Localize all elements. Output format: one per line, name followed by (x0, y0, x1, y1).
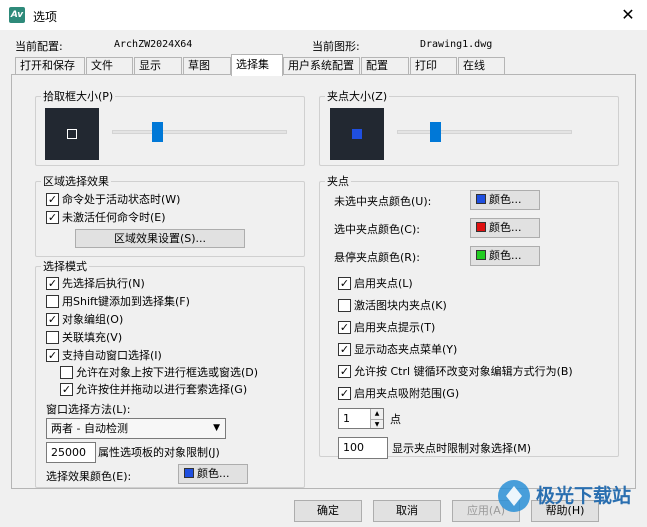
pickbox-slider-track[interactable] (112, 130, 287, 134)
selected-color-button-label: 颜色... (489, 221, 522, 234)
cancel-button[interactable]: 取消 (373, 500, 441, 522)
spinner-down-icon[interactable]: ▼ (370, 419, 383, 428)
selected-grip-color-label: 选中夹点颜色(C): (334, 223, 420, 236)
chevron-down-icon: ▼ (213, 423, 220, 433)
app-icon: Av (9, 7, 25, 23)
current-profile-label: 当前配置: (15, 40, 63, 53)
color-swatch-icon (476, 250, 486, 260)
window-title: 选项 (33, 10, 58, 24)
effect-color-button[interactable]: 颜色... (178, 464, 248, 484)
noun-verb-checkbox[interactable]: ✓ (46, 277, 59, 290)
unselected-color-button-label: 颜色... (489, 193, 522, 206)
region-effect-title: 区域选择效果 (41, 175, 111, 188)
gripsize-preview (330, 108, 384, 160)
ctrl-cycle-label: 允许按 Ctrl 键循环改变对象编辑方式行为(B) (354, 365, 573, 378)
object-grouping-label: 对象编组(O) (62, 313, 124, 326)
tab-profiles[interactable]: 配置 (361, 57, 409, 75)
hover-grip-color-button[interactable]: 颜色... (470, 246, 540, 266)
window-method-value: 两者 - 自动检测 (51, 422, 128, 435)
color-swatch-icon (476, 222, 486, 232)
current-profile-value: ArchZW2024X64 (114, 39, 193, 50)
dynamic-grip-menu-label: 显示动态夹点菜单(Y) (354, 343, 458, 356)
lasso-checkbox[interactable]: ✓ (60, 383, 73, 396)
implied-window-checkbox[interactable]: ✓ (46, 349, 59, 362)
grip-tips-checkbox[interactable]: ✓ (338, 321, 351, 334)
snap-range-value: 1 (343, 412, 350, 425)
window-method-select[interactable]: 两者 - 自动检测 ▼ (46, 418, 226, 439)
grip-display-limit-label: 显示夹点时限制对象选择(M) (392, 442, 532, 455)
object-grouping-checkbox[interactable]: ✓ (46, 313, 59, 326)
grips-title: 夹点 (325, 175, 351, 188)
region-effect-active-checkbox[interactable]: ✓ (46, 193, 59, 206)
grip-snap-range-label: 启用夹点吸附范围(G) (354, 387, 460, 400)
unselected-grip-color-label: 未选中夹点颜色(U): (334, 195, 432, 208)
tab-open-save[interactable]: 打开和保存 (15, 57, 85, 75)
enable-grips-label: 启用夹点(L) (354, 277, 413, 290)
window-method-label: 窗口选择方法(L): (46, 403, 131, 416)
tab-plot[interactable]: 打印 (410, 57, 457, 75)
gripsize-slider-track[interactable] (397, 130, 572, 134)
grip-snap-range-checkbox[interactable]: ✓ (338, 387, 351, 400)
tab-files[interactable]: 文件 (86, 57, 133, 75)
press-on-object-checkbox[interactable] (60, 366, 73, 379)
region-effect-settings-button[interactable]: 区域效果设置(S)... (75, 229, 245, 248)
region-effect-active-label: 命令处于活动状态时(W) (62, 193, 181, 206)
shift-add-checkbox[interactable] (46, 295, 59, 308)
associative-hatch-label: 关联填充(V) (62, 331, 123, 344)
hover-color-button-label: 颜色... (489, 249, 522, 262)
grip-tips-label: 启用夹点提示(T) (354, 321, 436, 334)
effect-color-button-label: 颜色... (197, 467, 230, 480)
lasso-label: 允许按住并拖动以进行套索选择(G) (76, 383, 248, 396)
dynamic-grip-menu-checkbox[interactable]: ✓ (338, 343, 351, 356)
current-drawing-label: 当前图形: (312, 40, 360, 53)
ok-button[interactable]: 确定 (294, 500, 362, 522)
pickbox-slider-thumb[interactable] (152, 122, 163, 142)
enable-grips-checkbox[interactable]: ✓ (338, 277, 351, 290)
object-limit-label: 属性选项板的对象限制(J) (98, 446, 220, 459)
gripsize-title: 夹点大小(Z) (325, 90, 390, 103)
pickbox-square-icon (67, 129, 77, 139)
watermark-text: 极光下载站 (536, 484, 631, 507)
hover-grip-color-label: 悬停夹点颜色(R): (334, 251, 420, 264)
ctrl-cycle-checkbox[interactable]: ✓ (338, 365, 351, 378)
associative-hatch-checkbox[interactable] (46, 331, 59, 344)
snap-range-spinner[interactable]: 1 ▲ ▼ (338, 408, 384, 429)
block-grips-checkbox[interactable] (338, 299, 351, 312)
effect-color-label: 选择效果颜色(E): (46, 470, 132, 483)
selected-grip-color-button[interactable]: 颜色... (470, 218, 540, 238)
tab-drafting[interactable]: 草图 (183, 57, 231, 75)
color-swatch-icon (184, 468, 194, 478)
grip-display-limit-input[interactable]: 100 (338, 437, 388, 459)
snap-range-unit: 点 (390, 413, 401, 426)
object-limit-input[interactable]: 25000 (46, 442, 96, 463)
gripsize-slider-thumb[interactable] (430, 122, 441, 142)
selection-mode-title: 选择模式 (41, 260, 89, 273)
color-swatch-icon (476, 194, 486, 204)
tab-online[interactable]: 在线 (458, 57, 505, 75)
tab-user-preferences[interactable]: 用户系统配置 (283, 57, 360, 75)
block-grips-label: 激活图块内夹点(K) (354, 299, 447, 312)
shift-add-label: 用Shift键添加到选择集(F) (62, 295, 190, 308)
pickbox-title: 拾取框大小(P) (41, 90, 116, 103)
title-bar (0, 0, 647, 30)
region-effect-inactive-label: 未激活任何命令时(E) (62, 211, 166, 224)
close-icon[interactable]: ✕ (616, 4, 640, 26)
watermark-logo: 极光下载站 (488, 470, 646, 524)
spinner-up-icon[interactable]: ▲ (370, 409, 383, 419)
unselected-grip-color-button[interactable]: 颜色... (470, 190, 540, 210)
noun-verb-label: 先选择后执行(N) (62, 277, 145, 290)
tab-selection[interactable]: 选择集 (231, 54, 283, 76)
implied-window-label: 支持自动窗口选择(I) (62, 349, 162, 362)
grip-square-icon (352, 129, 362, 139)
region-effect-inactive-checkbox[interactable]: ✓ (46, 211, 59, 224)
current-drawing-value: Drawing1.dwg (420, 39, 493, 50)
tab-display[interactable]: 显示 (134, 57, 182, 75)
pickbox-preview (45, 108, 99, 160)
press-on-object-label: 允许在对象上按下进行框选或窗选(D) (76, 366, 259, 379)
